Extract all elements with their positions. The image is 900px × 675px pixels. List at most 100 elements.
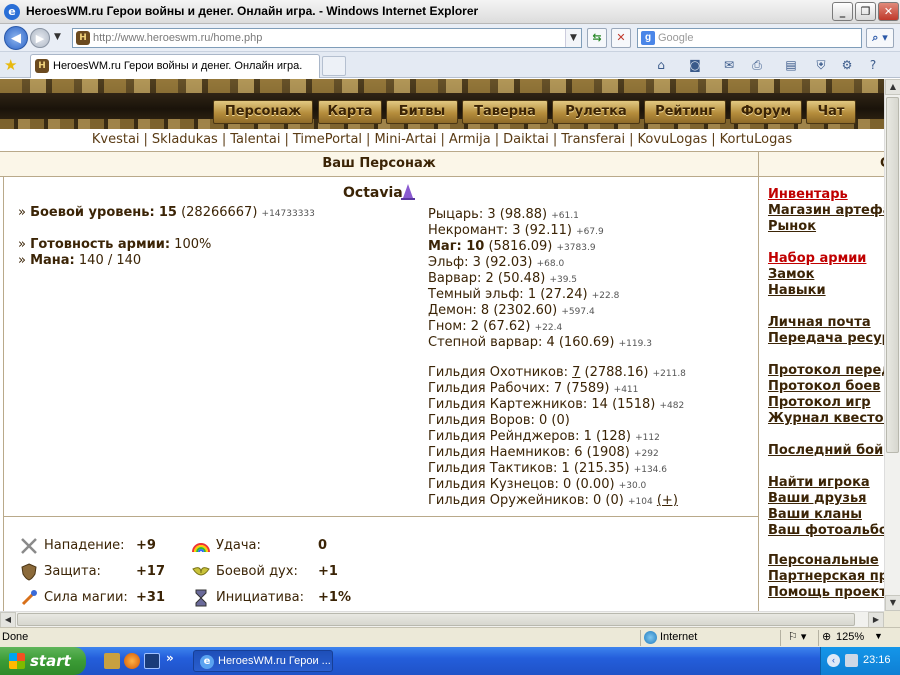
right-link[interactable]: Набор армии: [768, 251, 866, 266]
zoom-level[interactable]: 125%: [836, 631, 864, 643]
right-link[interactable]: Рынок: [768, 219, 816, 234]
menu-button[interactable]: Карта: [318, 100, 382, 124]
quicklaunch-desktop-icon[interactable]: [104, 653, 120, 669]
internet-globe-icon: [644, 631, 657, 644]
right-link[interactable]: Навыки: [768, 283, 826, 298]
right-link[interactable]: Последний бой: [768, 443, 883, 458]
sub-link[interactable]: Armija: [449, 132, 491, 147]
sub-link[interactable]: Talentai: [230, 132, 280, 147]
sub-link[interactable]: Skladukas: [152, 132, 218, 147]
help-icon[interactable]: ?: [864, 56, 882, 74]
forward-button[interactable]: ▶: [30, 28, 50, 48]
guild-prefix: Гильдия Наемников:: [428, 445, 575, 460]
right-link[interactable]: Личная почта: [768, 315, 871, 330]
guild-expand-link[interactable]: (+): [657, 493, 678, 508]
zoom-dropdown-icon[interactable]: ▼: [874, 631, 883, 641]
favorites-star-icon[interactable]: ★: [4, 56, 17, 74]
tab-bar: ★ H HeroesWM.ru Герои войны и денег. Онл…: [0, 52, 900, 78]
menu-button[interactable]: Чат: [806, 100, 856, 124]
right-link[interactable]: Ваши друзья: [768, 491, 867, 506]
scroll-right-icon[interactable]: ▶: [868, 612, 884, 628]
link-separator: |: [552, 132, 558, 147]
print-icon[interactable]: ⎙: [748, 56, 766, 74]
tray-arrow-icon[interactable]: ‹: [827, 654, 840, 667]
quicklaunch-more-icon[interactable]: »: [166, 651, 174, 665]
back-button[interactable]: ◀: [4, 26, 28, 50]
right-link[interactable]: Протокол игр: [768, 395, 871, 410]
sub-link[interactable]: Mini-Artai: [374, 132, 436, 147]
right-link[interactable]: Найти игрока: [768, 475, 870, 490]
taskbar-item-label: HeroesWM.ru Герои ...: [218, 655, 331, 667]
horizontal-scrollbar[interactable]: ◀ ▶: [0, 611, 884, 628]
sub-link[interactable]: KortuLogas: [720, 132, 792, 147]
right-link[interactable]: Журнал квестов: [768, 411, 884, 426]
start-button[interactable]: start: [0, 647, 86, 675]
right-link[interactable]: Инвентарь: [768, 187, 848, 202]
vertical-scroll-thumb[interactable]: [886, 97, 899, 453]
taskbar-item-ie[interactable]: e HeroesWM.ru Герои ...: [193, 650, 333, 672]
sub-link[interactable]: KovuLogas: [638, 132, 708, 147]
right-link[interactable]: Замок: [768, 267, 814, 282]
scroll-up-icon[interactable]: ▲: [885, 79, 900, 95]
right-link[interactable]: Партнерская программа: [768, 569, 884, 584]
status-divider: [780, 630, 781, 646]
safety-icon[interactable]: ⛨: [812, 56, 830, 74]
url-dropdown-icon[interactable]: ▼: [565, 29, 581, 47]
menu-button[interactable]: Рулетка: [552, 100, 640, 124]
scroll-left-icon[interactable]: ◀: [0, 612, 16, 628]
stop-button[interactable]: ✕: [611, 28, 631, 48]
right-link[interactable]: Передача ресурсов: [768, 331, 884, 346]
refresh-button[interactable]: ⇆: [587, 28, 607, 48]
guild-exp: (128): [591, 429, 631, 444]
horizontal-scroll-thumb[interactable]: [17, 613, 855, 626]
minimize-button[interactable]: _: [832, 2, 853, 21]
zoom-icon[interactable]: ⊕: [822, 630, 831, 643]
menu-button[interactable]: Таверна: [462, 100, 548, 124]
attribute-label: Удача:: [216, 538, 261, 553]
right-link[interactable]: Протокол боев: [768, 379, 880, 394]
quicklaunch-media-icon[interactable]: [144, 653, 160, 669]
tools-gear-icon[interactable]: ⚙: [838, 56, 856, 74]
right-link[interactable]: Персональные: [768, 553, 879, 568]
menu-button[interactable]: Персонаж: [213, 100, 313, 124]
tab-heroeswm[interactable]: H HeroesWM.ru Герои войны и денег. Онлай…: [30, 54, 320, 78]
guild-prefix: Гильдия Тактиков:: [428, 461, 562, 476]
windows-flag-icon: [9, 653, 25, 669]
search-input[interactable]: g Google: [637, 28, 862, 48]
menu-button[interactable]: Форум: [730, 100, 802, 124]
army-readiness-label: Готовность армии:: [30, 237, 171, 252]
quicklaunch-firefox-icon[interactable]: [124, 653, 140, 669]
new-tab-button[interactable]: [322, 56, 346, 76]
vertical-scrollbar[interactable]: ▲ ▼: [884, 79, 900, 611]
feeds-icon[interactable]: ◙: [686, 56, 704, 74]
maximize-button[interactable]: ❐: [855, 2, 876, 21]
close-button[interactable]: ✕: [878, 2, 899, 21]
address-bar: ◀ ▶ ▼ H http://www.heroeswm.ru/home.php …: [0, 24, 900, 52]
guild-row: Гильдия Оружейников: 0 (0) +104 (+): [428, 493, 678, 510]
menu-button[interactable]: Битвы: [386, 100, 458, 124]
menu-button[interactable]: Рейтинг: [644, 100, 726, 124]
faction-row: Некромант: 3 (92.11) +67.9: [428, 223, 604, 240]
right-link[interactable]: Протокол передач: [768, 363, 884, 378]
scroll-down-icon[interactable]: ▼: [885, 595, 900, 611]
search-button[interactable]: ⌕ ▾: [866, 28, 894, 48]
guild-exp: (0): [547, 413, 570, 428]
protected-mode-icon[interactable]: ⚐ ▾: [788, 630, 806, 643]
mana-label: Мана:: [30, 253, 75, 268]
sub-link[interactable]: Transferai: [561, 132, 625, 147]
right-link[interactable]: Магазин артефактов: [768, 203, 884, 218]
sub-link[interactable]: Daiktai: [503, 132, 549, 147]
home-icon[interactable]: ⌂: [652, 56, 670, 74]
status-divider: [818, 630, 819, 646]
page-icon[interactable]: ▤: [782, 56, 800, 74]
url-input[interactable]: H http://www.heroeswm.ru/home.php ▼: [72, 28, 582, 48]
sub-link[interactable]: Kvestai: [92, 132, 140, 147]
sub-link[interactable]: TimePortal: [293, 132, 362, 147]
history-dropdown-icon[interactable]: ▼: [54, 32, 61, 42]
tray-network-icon[interactable]: [845, 654, 858, 667]
right-link[interactable]: Ваш фотоальбом: [768, 523, 884, 538]
right-link[interactable]: Помощь проекту: [768, 585, 884, 600]
right-link[interactable]: Ваши кланы: [768, 507, 862, 522]
mail-icon[interactable]: ✉: [720, 56, 738, 74]
page-content: Персонаж Карта Битвы Таверна Рулетка Рейтинг Ф…: [0, 79, 884, 611]
